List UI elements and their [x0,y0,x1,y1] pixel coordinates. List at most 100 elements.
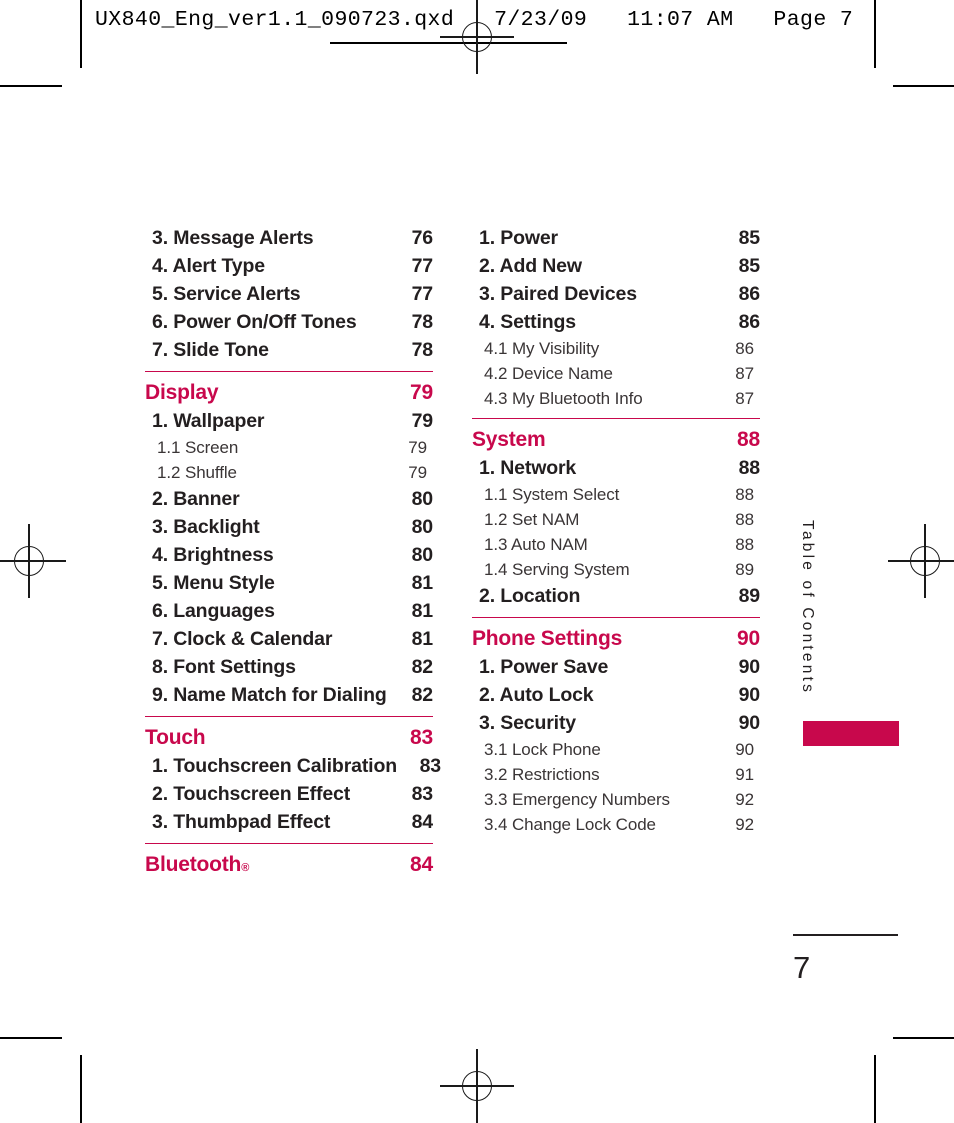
toc-entry-label: 8. Font Settings [152,656,296,678]
toc-entry[interactable]: 2. Auto Lock 90 [472,684,760,707]
toc-entry[interactable]: 1. Power 85 [472,227,760,250]
toc-entry[interactable]: 4.2 Device Name 87 [472,364,760,384]
toc-entry-label: 1.1 Screen [157,438,239,457]
toc-entry-label: 2. Banner [152,488,240,510]
toc-section-header[interactable]: Display 79 [145,371,433,405]
toc-entry[interactable]: 3.4 Change Lock Code 92 [472,815,760,835]
toc-entry-page-number: 91 [735,765,754,784]
toc-entry[interactable]: 6. Languages 81 [145,600,433,623]
toc-entry-page-number: 90 [738,712,761,734]
toc-section-header[interactable]: Bluetooth ® 84 [145,843,433,877]
toc-entry[interactable]: 7. Slide Tone 78 [145,339,433,362]
toc-entry[interactable]: 5. Service Alerts 77 [145,283,433,306]
toc-entry-page-number: 89 [735,560,754,579]
toc-entry-label: 3. Paired Devices [479,283,637,305]
toc-entry-label: Touch [145,726,206,749]
toc-entry[interactable]: 1.1 System Select 88 [472,485,760,505]
toc-entry[interactable]: 3. Thumbpad Effect 84 [145,811,433,834]
toc-entry[interactable]: 5. Menu Style 81 [145,572,433,595]
toc-entry[interactable]: 3. Message Alerts 76 [145,227,433,250]
toc-entry-page-number: 84 [411,811,434,833]
toc-entry-page-number: 78 [411,339,434,361]
toc-entry-page-number: 79 [410,381,433,404]
toc-entry-page-number: 86 [738,311,761,333]
toc-entry[interactable]: 1.1 Screen 79 [145,438,433,458]
toc-entry[interactable]: 9. Name Match for Dialing 82 [145,684,433,707]
toc-entry[interactable]: 1. Wallpaper 79 [145,410,433,433]
toc-entry-page-number: 90 [735,740,754,759]
toc-entry-page-number: 79 [408,463,427,482]
toc-entry[interactable]: 4.3 My Bluetooth Info 87 [472,389,760,409]
toc-entry[interactable]: 3.1 Lock Phone 90 [472,740,760,760]
toc-entry[interactable]: 4. Alert Type 77 [145,255,433,278]
crop-mark-horizontal-top-right [893,85,954,87]
toc-entry-page-number: 90 [738,656,761,678]
toc-entry-page-number: 88 [737,428,760,451]
toc-entry-page-number: 84 [410,853,433,876]
toc-entry[interactable]: 1. Network 88 [472,457,760,480]
toc-entry[interactable]: 4. Settings 86 [472,311,760,334]
toc-entry-label: 6. Languages [152,600,275,622]
toc-entry-page-number: 80 [411,544,434,566]
crop-mark-horizontal-bottom-left [0,1037,62,1039]
toc-entry[interactable]: 1.2 Set NAM 88 [472,510,760,530]
toc-entry-page-number: 92 [735,815,754,834]
toc-entry-label: 4.1 My Visibility [484,339,600,358]
toc-entry-page-number: 88 [735,510,754,529]
toc-entry-page-number: 85 [738,227,761,249]
toc-section-header[interactable]: System 88 [472,418,760,452]
toc-entry-label: 4. Brightness [152,544,274,566]
toc-entry-page-number: 86 [738,283,761,305]
toc-entry-label: 3.1 Lock Phone [484,740,601,759]
toc-entry[interactable]: 2. Add New 85 [472,255,760,278]
toc-entry-label: Phone Settings [472,627,623,650]
toc-entry[interactable]: 1. Touchscreen Calibration 83 [145,755,441,778]
toc-entry-label: Bluetooth [145,853,242,876]
toc-entry-page-number: 79 [411,410,434,432]
toc-entry[interactable]: 6. Power On/Off Tones 78 [145,311,433,334]
toc-entry-label: 5. Menu Style [152,572,275,594]
toc-entry-page-number: 79 [408,438,427,457]
toc-entry-page-number: 90 [738,684,761,706]
toc-entry-page-number: 77 [411,283,434,305]
toc-entry[interactable]: 7. Clock & Calendar 81 [145,628,433,651]
toc-entry[interactable]: 3. Security 90 [472,712,760,735]
toc-entry-page-number: 83 [410,726,433,749]
toc-entry-label: 3. Message Alerts [152,227,314,249]
toc-entry-page-number: 90 [737,627,760,650]
toc-section-header[interactable]: Phone Settings 90 [472,617,760,651]
toc-entry-page-number: 88 [735,485,754,504]
toc-entry-page-number: 81 [411,572,434,594]
toc-entry-page-number: 85 [738,255,761,277]
toc-entry-label: 2. Add New [479,255,582,277]
folio-rule [793,934,898,936]
toc-entry[interactable]: 4. Brightness 80 [145,544,433,567]
toc-entry-label: 1. Wallpaper [152,410,265,432]
toc-entry-label: 3.3 Emergency Numbers [484,790,670,809]
toc-entry[interactable]: 3.3 Emergency Numbers 92 [472,790,760,810]
toc-entry-page-number: 83 [411,783,434,805]
toc-entry[interactable]: 2. Touchscreen Effect 83 [145,783,433,806]
toc-column-left: 3. Message Alerts 76 4. Alert Type 77 5. Ser… [145,222,441,877]
toc-entry[interactable]: 3.2 Restrictions 91 [472,765,760,785]
toc-entry-label: 4.2 Device Name [484,364,613,383]
toc-entry[interactable]: 1. Power Save 90 [472,656,760,679]
toc-entry[interactable]: 8. Font Settings 82 [145,656,433,679]
toc-entry[interactable]: 2. Banner 80 [145,488,433,511]
toc-entry-page-number: 82 [411,656,434,678]
toc-entry[interactable]: 3. Backlight 80 [145,516,433,539]
toc-entry-label: 1. Touchscreen Calibration [152,755,397,777]
chapter-tab-marker [803,721,899,746]
toc-entry-page-number: 77 [411,255,434,277]
toc-entry[interactable]: 2. Location 89 [472,585,760,608]
crop-mark-horizontal-bottom-right [893,1037,954,1039]
toc-entry-label: 1.2 Set NAM [484,510,580,529]
toc-entry[interactable]: 1.2 Shuffle 79 [145,463,433,483]
toc-entry[interactable]: 1.4 Serving System 89 [472,560,760,580]
toc-entry[interactable]: 1.3 Auto NAM 88 [472,535,760,555]
toc-entry-label: 4. Settings [479,311,576,333]
toc-entry[interactable]: 3. Paired Devices 86 [472,283,760,306]
toc-entry-page-number: 78 [411,311,434,333]
toc-entry[interactable]: 4.1 My Visibility 86 [472,339,760,359]
toc-section-header[interactable]: Touch 83 [145,716,433,750]
